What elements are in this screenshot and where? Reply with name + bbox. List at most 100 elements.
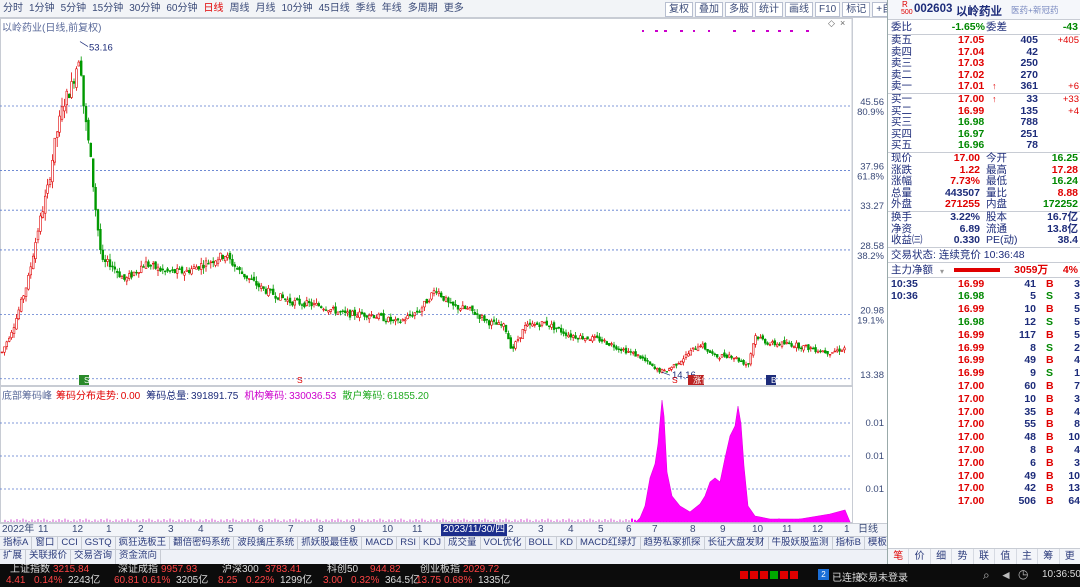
chip-svg[interactable]: 0.01 0.01 0.01 [0,386,887,524]
indicator-tab[interactable]: MACD红绿灯 [577,537,641,549]
chip-bar [262,519,264,522]
candle-body [156,266,160,271]
index-change: 4.41 [6,575,26,586]
period-tab[interactable]: 10分钟 [279,1,316,17]
index-name[interactable]: 沪深300 [222,565,259,575]
toolbar-button[interactable]: F10 [815,2,841,17]
toolbar-button[interactable]: 画线 [785,2,813,17]
indicator-tab[interactable]: 窗口 [32,537,59,549]
panel-tab[interactable]: 更 [1060,549,1080,564]
indicator-tab[interactable]: KD [557,537,578,549]
search-icon[interactable]: ⌕ [983,568,990,583]
indicator-tab[interactable]: GSTQ [82,537,116,549]
chart-close-icon[interactable]: × [840,18,845,28]
chip-bar [37,519,39,522]
indicator-tab[interactable]: 趋势私家抓探 [641,537,705,549]
period-tab[interactable]: 5分钟 [58,1,90,17]
candle-body [653,366,657,369]
index-name[interactable]: 科创50 [327,565,358,575]
indicator-tab[interactable]: 模板 [865,537,887,549]
period-tab[interactable]: 更多 [441,1,467,17]
indicator-tab[interactable]: CCI [58,537,82,549]
tick-volume: 8 [1030,341,1036,354]
candle-body [262,286,265,289]
candle-body [168,270,172,272]
candle-body [106,259,109,262]
clock-icon: ◷ [1018,567,1029,581]
panel-tab[interactable]: 价 [909,549,931,564]
period-tab[interactable]: 分时 [0,1,26,17]
period-tab[interactable]: 30分钟 [126,1,163,17]
candle-body [147,261,150,267]
indicator-tab[interactable]: 抓妖股最佳板 [298,537,363,549]
candle-body [77,61,81,67]
candle-body [423,300,426,308]
indicator-tab[interactable]: MACD [362,537,398,549]
stat-value: 3.22% [950,210,980,223]
index-name[interactable]: 深证成指 [118,565,158,575]
indicator-tab[interactable]: VOL优化 [481,537,526,549]
chart-collapse-icon[interactable]: ◇ [828,18,835,28]
period-tab[interactable]: 季线 [353,1,379,17]
candle-body [243,273,246,278]
panel-tab[interactable]: 细 [931,549,953,564]
chip-bar [436,519,438,522]
indicator-tab[interactable]: KDJ [420,537,445,549]
indicator-tab[interactable]: 牛股妖股监测 [769,537,833,549]
chip-bar [718,519,720,522]
period-tab[interactable]: 周线 [227,1,253,17]
toolbar-button[interactable]: 标记 [842,2,871,17]
kline-chart[interactable]: 45.56 80.9% 37.96 61.8% 33.27 28.58 38.2% 20.98… [0,18,887,386]
panel-tab[interactable]: 值 [995,549,1017,564]
period-tab[interactable]: 45日线 [316,1,353,17]
candle-body [622,348,625,351]
toolbar-button[interactable]: 叠加 [695,2,723,17]
indicator-tab[interactable]: 长征大盘发财 [705,537,769,549]
volume-icon[interactable]: ◄ [1000,568,1012,582]
candle-body [255,281,258,286]
extension-tab[interactable]: 关联报价 [26,550,72,564]
order-level-label: 买五 [891,139,912,152]
indicator-tab[interactable]: 指标B [833,537,865,549]
toolbar-button[interactable]: 复权 [665,2,693,17]
toolbar-button[interactable]: 统计 [755,2,783,17]
period-tab[interactable]: 年线 [379,1,405,17]
kline-svg[interactable]: 45.5680.9%37.9661.8%33.2728.5838.2%20.98… [0,18,887,386]
indicator-tab[interactable]: 疯狂选板王 [116,537,171,549]
indicator-tab[interactable]: RSI [397,537,421,549]
net-inflow-toggle-icon[interactable]: ▾ [940,265,944,279]
candle-body [521,329,525,339]
chip-bar [739,519,741,522]
period-tab[interactable]: 日线 [201,1,227,17]
index-name[interactable]: 创业板指 [420,565,460,575]
extension-tab[interactable]: 交易咨询 [71,550,117,564]
panel-tab[interactable]: 势 [952,549,974,564]
indicator-tab[interactable]: BOLL [526,537,557,549]
period-tab[interactable]: 多周期 [405,1,441,17]
candle-body [248,278,251,280]
extension-tab[interactable]: 扩展 [0,550,27,564]
login-status[interactable]: 交易未登录 [858,569,908,584]
period-tab[interactable]: 60分钟 [163,1,200,17]
extension-tab[interactable]: 资金流向 [116,550,162,564]
period-tab[interactable]: 月线 [253,1,279,17]
panel-tab[interactable]: 笔 [888,549,910,564]
candle-body [411,315,414,317]
period-tab[interactable]: 1分钟 [26,1,58,17]
toolbar-button[interactable]: 多股 [725,2,753,17]
tick-list[interactable]: 10:35 16.99 41 B 3 10:36 16.98 5 S 3 16.99 10 B 5 16.9… [888,278,1080,508]
panel-tab[interactable]: 联 [974,549,996,564]
tick-volume: 55 [1024,418,1036,431]
panel-tab[interactable]: 筹 [1038,549,1060,564]
index-name[interactable]: 上证指数 [10,565,50,575]
index-amount: 2243亿 [68,575,101,586]
panel-tab[interactable]: 主 [1017,549,1039,564]
period-tab[interactable]: 15分钟 [89,1,126,17]
indicator-tab[interactable]: 成交量 [445,537,481,549]
candle-body [51,160,54,183]
candle-body [171,269,174,271]
chip-indicator-panel[interactable]: 0.01 0.01 0.01 底部筹码峰 筹码分布走势: 0.00 筹码总量: 391891… [0,386,887,524]
indicator-tab[interactable]: 指标A [0,537,33,549]
indicator-tab[interactable]: 翻倍密码系统 [170,537,235,549]
indicator-tab[interactable]: 波段擒庄系统 [234,537,299,549]
